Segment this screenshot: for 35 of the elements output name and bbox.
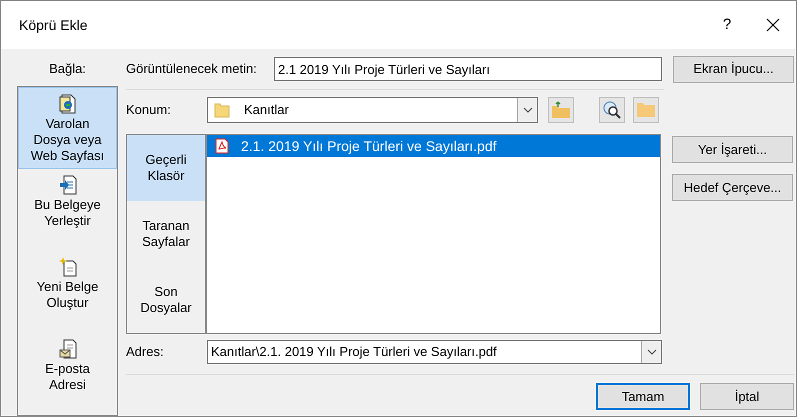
pdf-icon bbox=[215, 138, 229, 154]
address-dropdown[interactable]: Kanıtlar\2.1. 2019 Yılı Proje Türleri ve Sayıları.pdf bbox=[207, 340, 662, 364]
link-type-item[interactable]: Yeni Belge Oluştur bbox=[18, 250, 117, 332]
window-title: Köprü Ekle bbox=[19, 16, 88, 35]
look-in-item[interactable]: Geçerli Klasör bbox=[127, 135, 205, 201]
globe-search-icon bbox=[602, 100, 622, 120]
location-label: Konum: bbox=[126, 101, 172, 120]
link-type-item[interactable]: Bu Belgeye Yerleştir bbox=[18, 168, 117, 250]
chevron-down-icon bbox=[646, 349, 656, 355]
folder-up-icon bbox=[551, 101, 571, 119]
folder-icon bbox=[636, 102, 656, 118]
side-button[interactable]: Yer İşareti... bbox=[672, 136, 793, 163]
display-text-field[interactable]: 2.1 2019 Yılı Proje Türleri ve Sayıları bbox=[274, 57, 662, 81]
file-item[interactable]: 2.1. 2019 Yılı Proje Türleri ve Sayıları.pdf bbox=[207, 135, 660, 157]
document-envelope-icon bbox=[58, 338, 76, 358]
new-document-icon bbox=[58, 256, 76, 276]
link-type-item[interactable]: Varolan Dosya veya Web Sayfası bbox=[18, 86, 117, 168]
address-label: Adres: bbox=[126, 343, 165, 362]
help-button[interactable]: ? bbox=[704, 10, 750, 40]
chevron-down-icon bbox=[522, 107, 532, 113]
link-type-item[interactable]: E-posta Adresi bbox=[18, 332, 117, 414]
folder-icon bbox=[214, 102, 230, 118]
document-arrow-icon bbox=[58, 174, 76, 194]
browse-web-button[interactable] bbox=[599, 97, 625, 123]
look-in-item[interactable]: Taranan Sayfalar bbox=[127, 201, 205, 267]
link-to-label: Bağla: bbox=[49, 60, 86, 78]
document-globe-icon bbox=[58, 94, 76, 114]
display-text-label: Görüntülenecek metin: bbox=[126, 60, 258, 78]
close-icon bbox=[766, 18, 780, 32]
look-in-item[interactable]: Son Dosyalar bbox=[127, 267, 205, 333]
dialog-button[interactable]: Tamam bbox=[596, 383, 690, 410]
screen-tip-button[interactable]: Ekran İpucu... bbox=[673, 56, 794, 82]
side-button[interactable]: Hedef Çerçeve... bbox=[672, 174, 793, 201]
dialog-button[interactable]: İptal bbox=[700, 383, 794, 410]
location-dropdown[interactable]: Kanıtlar bbox=[207, 97, 538, 123]
